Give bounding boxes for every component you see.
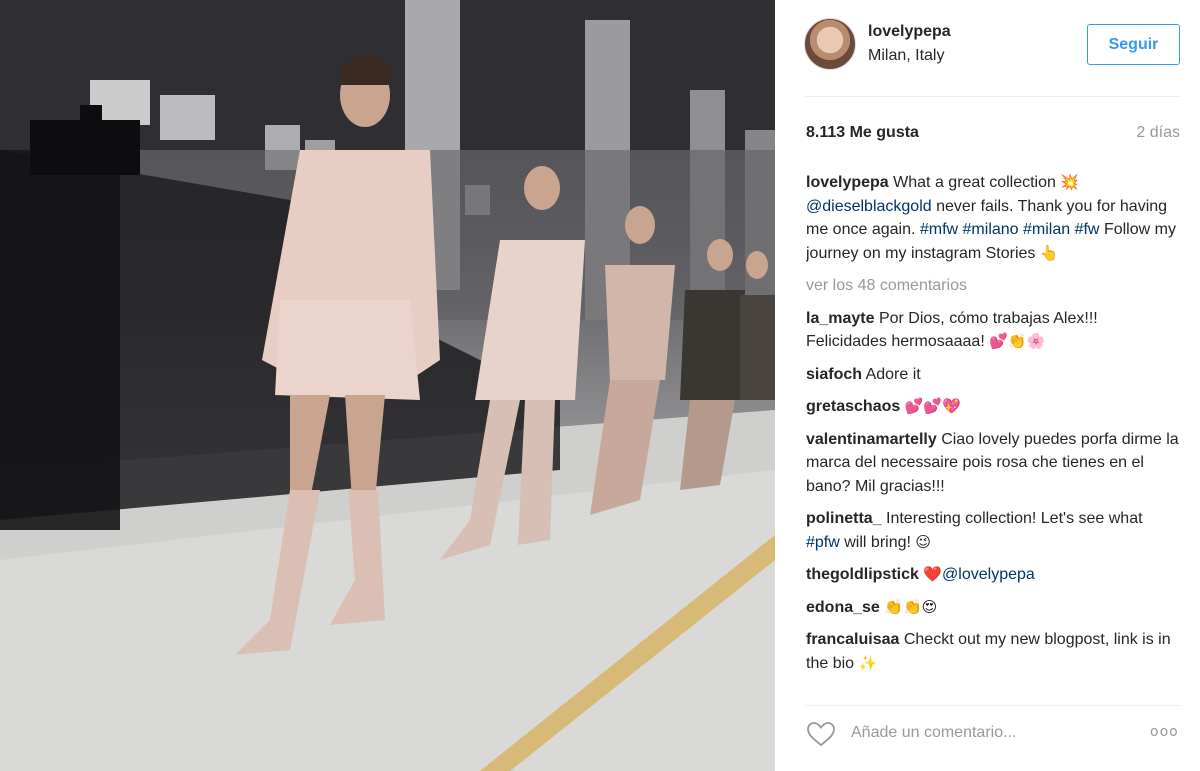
add-comment-input[interactable] [851, 720, 1101, 746]
comment-username[interactable]: valentinamartelly [806, 431, 937, 448]
caption-hashtags[interactable]: #mfw #milano #milan #fw [920, 221, 1100, 238]
comment-username[interactable]: edona_se [806, 599, 880, 616]
post-time-ago[interactable]: 2 días [1136, 124, 1180, 142]
comments-list[interactable]: lovelypepa What a great collection 💥 @di… [806, 171, 1180, 689]
comment-mention[interactable]: @lovelypepa [942, 566, 1035, 583]
caption-username[interactable]: lovelypepa [806, 174, 889, 191]
comment-username[interactable]: siafoch [806, 366, 862, 383]
follow-button[interactable]: Seguir [1087, 24, 1180, 65]
post-header: lovelypepa Milan, Italy Seguir [775, 0, 1200, 96]
comment-emoji-icon: 💕👏🌸 [989, 332, 1046, 350]
view-all-comments-link[interactable]: ver los 48 comentarios [806, 274, 1180, 298]
wink-emoji-icon: 😉 [915, 532, 932, 551]
caption-mention[interactable]: @dieselblackgold [806, 198, 932, 215]
red-heart-emoji-icon: ❤️ [923, 565, 943, 583]
comment-username[interactable]: la_mayte [806, 310, 875, 327]
comment-item: siafoch Adore it [806, 363, 1180, 387]
footer-divider [805, 705, 1180, 706]
clap-heart-eyes-emoji-icon: 👏👏😍 [884, 597, 938, 616]
comment-item: polinetta_ Interesting collection! Let's… [806, 507, 1180, 554]
hearts-emoji-icon: 💕💕💖 [904, 397, 961, 415]
sparkles-emoji-icon: ✨ [858, 653, 878, 672]
collision-emoji-icon: 💥 [1060, 173, 1080, 191]
heart-outline-icon[interactable] [806, 721, 836, 747]
comment-item: gretaschaos 💕💕💖 [806, 395, 1180, 419]
caption-text-1: What a great collection [893, 174, 1056, 191]
comment-item: valentinamartelly Ciao lovely puedes por… [806, 428, 1180, 499]
header-divider [805, 96, 1180, 97]
post-location[interactable]: Milan, Italy [868, 47, 944, 65]
comment-text: Interesting collection! Let's see what [886, 510, 1143, 527]
post-side-panel: lovelypepa Milan, Italy Seguir 8.113 Me … [775, 0, 1200, 771]
pointing-up-emoji-icon: 👆 [1039, 243, 1059, 262]
more-options-icon[interactable]: ooo [1150, 724, 1184, 742]
author-username[interactable]: lovelypepa [868, 23, 951, 41]
profile-avatar[interactable] [804, 18, 856, 70]
caption: lovelypepa What a great collection 💥 @di… [806, 171, 1180, 265]
comment-username[interactable]: gretaschaos [806, 398, 900, 415]
comment-item: francaluisaa Checkt out my new blogpost,… [806, 628, 1180, 675]
comment-username[interactable]: francaluisaa [806, 631, 899, 648]
post-stats: 8.113 Me gusta 2 días [806, 124, 1180, 144]
comment-item: thegoldlipstick ❤️@lovelypepa [806, 563, 1180, 587]
comment-hashtag[interactable]: #pfw [806, 534, 840, 551]
comment-item: la_mayte Por Dios, cómo trabajas Alex!!!… [806, 307, 1180, 354]
comment-text: will bring! [844, 533, 911, 551]
comment-text: Adore it [865, 365, 921, 383]
likes-count[interactable]: 8.113 Me gusta [806, 124, 919, 142]
runway-photo-illustration [0, 0, 775, 771]
comment-username[interactable]: polinetta_ [806, 510, 882, 527]
comment-username[interactable]: thegoldlipstick [806, 566, 919, 583]
comment-item: edona_se 👏👏😍 [806, 596, 1180, 620]
post-photo[interactable] [0, 0, 775, 771]
